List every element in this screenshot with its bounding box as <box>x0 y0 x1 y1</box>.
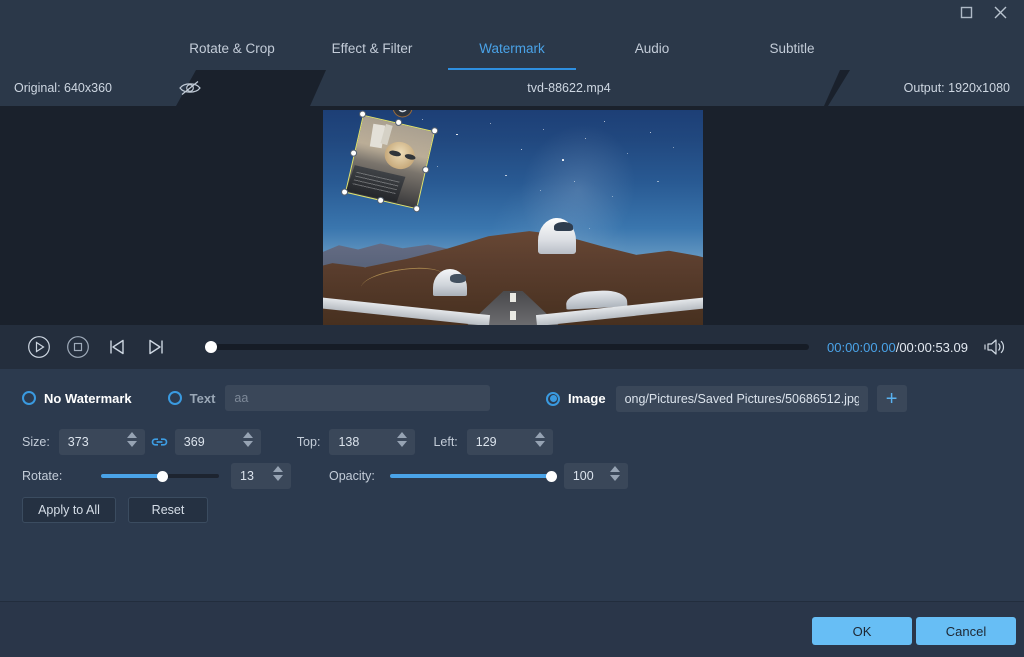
label-image-watermark: Image <box>568 391 606 406</box>
image-watermark-row: Image + <box>546 385 907 412</box>
arrow-up-icon[interactable] <box>534 432 545 438</box>
rotate-arrows[interactable] <box>273 466 283 481</box>
watermark-type-row: No Watermark Text <box>22 385 491 411</box>
play-icon[interactable] <box>24 332 54 362</box>
size-width-arrows[interactable] <box>126 432 137 447</box>
title-bar <box>0 0 1024 24</box>
rotate-slider-fill <box>101 474 163 478</box>
image-path-input[interactable] <box>615 385 868 412</box>
top-label: Top: <box>296 435 321 449</box>
output-resolution-panel: Output: 1920x1080 <box>828 70 1024 106</box>
previous-frame-icon[interactable] <box>102 332 132 362</box>
playback-scrubber[interactable] <box>205 341 809 353</box>
top-input[interactable] <box>329 430 388 454</box>
next-frame-icon[interactable] <box>141 332 171 362</box>
left-label: Left: <box>433 435 458 449</box>
apply-to-all-button[interactable]: Apply to All <box>22 497 116 523</box>
arrow-down-icon[interactable] <box>397 441 408 447</box>
rotate-opacity-row: Rotate: Opacity: <box>22 463 628 489</box>
media-info-bar: Original: 640x360 tvd-88622.mp4 Output: … <box>0 70 1024 106</box>
volume-icon[interactable] <box>978 332 1012 362</box>
opacity-stepper[interactable] <box>563 463 628 489</box>
cancel-button[interactable]: Cancel <box>916 617 1016 645</box>
size-height-arrows[interactable] <box>242 432 253 447</box>
arrow-up-icon[interactable] <box>126 432 137 438</box>
original-resolution-label: Original: 640x360 <box>14 81 112 95</box>
opacity-input[interactable] <box>563 464 602 488</box>
link-icon[interactable] <box>149 435 171 449</box>
left-arrows[interactable] <box>534 432 545 447</box>
maximize-icon[interactable] <box>956 2 976 22</box>
size-label: Size: <box>22 435 50 449</box>
road-center-line <box>510 292 516 325</box>
current-time: 00:00:00.00 <box>827 339 896 355</box>
arrow-down-icon[interactable] <box>126 441 137 447</box>
dialog-footer: OK Cancel <box>0 601 1024 657</box>
rotate-stepper[interactable] <box>231 463 291 489</box>
reset-button[interactable]: Reset <box>128 497 208 523</box>
radio-image-watermark[interactable] <box>546 391 560 406</box>
opacity-slider-fill <box>389 474 552 478</box>
filename-panel: tvd-88622.mp4 <box>310 70 840 106</box>
arrow-up-icon[interactable] <box>242 432 253 438</box>
rotate-label: Rotate: <box>22 469 63 483</box>
scrubber-handle[interactable] <box>205 341 217 353</box>
window-controls <box>956 0 1020 24</box>
rotate-slider[interactable] <box>101 470 219 482</box>
tab-audio[interactable]: Audio <box>582 41 722 70</box>
tab-watermark[interactable]: Watermark <box>442 41 582 70</box>
tab-bar: Rotate & Crop Effect & Filter Watermark … <box>0 24 1024 70</box>
label-text-watermark: Text <box>189 390 216 406</box>
opacity-label: Opacity: <box>329 469 375 483</box>
arrow-down-icon[interactable] <box>534 441 545 447</box>
watermark-editor-window: Rotate & Crop Effect & Filter Watermark … <box>0 0 1024 657</box>
tab-effect-filter[interactable]: Effect & Filter <box>302 41 442 70</box>
arrow-down-icon[interactable] <box>273 475 283 481</box>
size-width-stepper[interactable] <box>58 429 145 455</box>
opacity-slider-knob[interactable] <box>546 470 558 482</box>
timecode-display: 00:00:00.00/00:00:53.09 <box>827 340 968 355</box>
text-watermark-input[interactable] <box>225 385 491 411</box>
observatory-dome-large <box>537 217 576 255</box>
video-preview-area <box>0 106 1024 325</box>
arrow-down-icon[interactable] <box>609 475 620 481</box>
rotate-slider-knob[interactable] <box>156 470 168 482</box>
rotate-input[interactable] <box>231 464 265 488</box>
player-controls-bar: 00:00:00.00/00:00:53.09 <box>0 325 1024 369</box>
video-frame[interactable] <box>323 110 703 325</box>
left-stepper[interactable] <box>466 429 553 455</box>
top-arrows[interactable] <box>397 432 408 447</box>
arrow-up-icon[interactable] <box>609 466 620 472</box>
stop-icon[interactable] <box>63 332 93 362</box>
opacity-arrows[interactable] <box>609 466 620 481</box>
opacity-slider[interactable] <box>389 470 558 482</box>
ok-button[interactable]: OK <box>812 617 912 645</box>
close-icon[interactable] <box>990 2 1010 22</box>
arrow-up-icon[interactable] <box>397 432 408 438</box>
size-width-input[interactable] <box>58 430 117 454</box>
tab-subtitle[interactable]: Subtitle <box>722 41 862 70</box>
eye-off-icon[interactable] <box>170 70 210 106</box>
size-position-row: Size: 373 369 Top: 138 Left: 129 <box>22 429 553 455</box>
total-time: 00:00:53.09 <box>899 339 968 355</box>
add-image-button[interactable]: + <box>876 385 907 412</box>
filename-label: tvd-88622.mp4 <box>527 81 611 95</box>
tab-rotate-crop[interactable]: Rotate & Crop <box>162 41 302 70</box>
top-stepper[interactable] <box>329 429 416 455</box>
size-height-stepper[interactable] <box>174 429 261 455</box>
radio-text-watermark[interactable] <box>167 391 182 405</box>
watermark-settings-panel: No Watermark Text Image + Size: <box>0 369 1024 601</box>
arrow-down-icon[interactable] <box>242 441 253 447</box>
size-height-input[interactable] <box>174 430 233 454</box>
output-resolution-label: Output: 1920x1080 <box>903 81 1010 95</box>
left-input[interactable] <box>466 430 525 454</box>
arrow-up-icon[interactable] <box>273 466 283 472</box>
radio-no-watermark[interactable] <box>22 391 36 405</box>
action-buttons-row: Apply to All Reset <box>22 497 208 523</box>
label-no-watermark: No Watermark <box>44 390 132 406</box>
